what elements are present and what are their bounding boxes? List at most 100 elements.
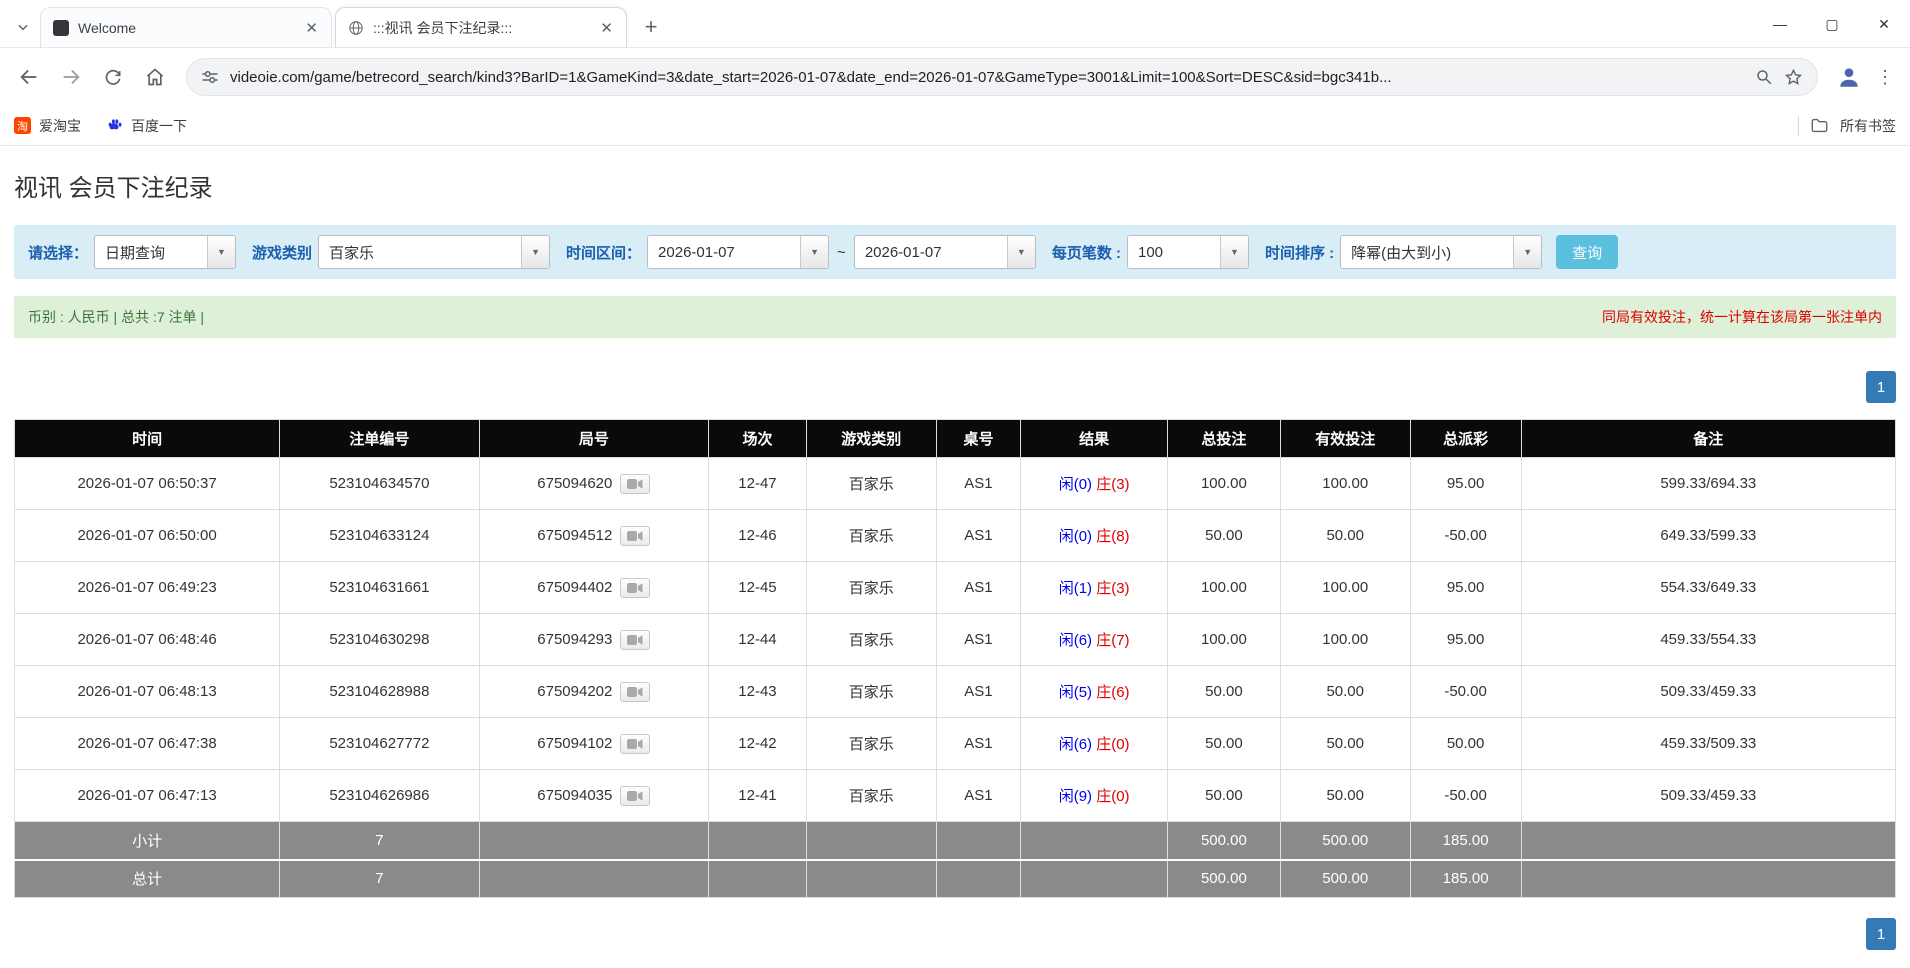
tab-welcome[interactable]: Welcome ✕ [40, 7, 332, 47]
globe-favicon-icon [348, 20, 364, 36]
payout: -50.00 [1409, 665, 1522, 718]
browser-toolbar: videoie.com/game/betrecord_search/kind3?… [0, 48, 1910, 106]
bookmarks-divider [1798, 115, 1799, 136]
game-type-select[interactable]: 百家乐 ▼ [318, 235, 551, 269]
baidu-paw-icon [107, 118, 123, 134]
game-type-label: 游戏类别 [252, 244, 313, 262]
forward-button[interactable] [52, 58, 90, 96]
chevron-down-icon[interactable]: ▼ [521, 236, 550, 268]
video-replay-button[interactable] [620, 733, 651, 754]
player-result: 闲(6) [1058, 736, 1093, 753]
banker-result: 庄(0) [1096, 736, 1130, 753]
search-button[interactable]: 查询 [1556, 235, 1619, 269]
col-session: 场次 [708, 419, 807, 458]
bet-id: 523104634570 [279, 457, 480, 510]
page-1-button[interactable]: 1 [1866, 918, 1896, 950]
currency-summary-text: 币别 : 人民币 | 总共 :7 注单 | [28, 309, 205, 325]
valid-bet: 100.00 [1279, 457, 1411, 510]
result-cell: 闲(6) 庄(0) [1020, 717, 1168, 770]
folder-icon [1811, 118, 1828, 133]
bookmark-taobao[interactable]: 淘 爱淘宝 [14, 116, 81, 136]
round-cell: 675094102 [478, 717, 710, 770]
tab-close-icon[interactable]: ✕ [300, 17, 323, 39]
player-result: 闲(6) [1058, 632, 1093, 649]
note: 509.33/459.33 [1520, 665, 1897, 718]
welcome-favicon-icon [53, 19, 69, 36]
video-replay-button[interactable] [620, 629, 651, 650]
chevron-down-icon[interactable]: ▼ [1006, 236, 1035, 268]
tab-close-icon[interactable]: ✕ [595, 17, 618, 39]
bet-table-body: 2026-01-07 06:50:37 523104634570 6750946… [13, 457, 1897, 822]
new-tab-button[interactable]: + [634, 10, 668, 44]
sort-order-select[interactable]: 降幂(由大到小) ▼ [1340, 235, 1543, 269]
window-minimize-button[interactable]: — [1754, 0, 1806, 48]
subtotal-row: 小计 7 500.00 500.00 185.00 [13, 821, 1897, 860]
chevron-down-icon[interactable]: ▼ [207, 236, 236, 268]
subtotal-valid-bet: 500.00 [1279, 821, 1411, 860]
game-type-cell: 百家乐 [805, 509, 937, 562]
window-maximize-button[interactable]: ▢ [1806, 0, 1858, 48]
game-type-cell: 百家乐 [805, 457, 937, 510]
total-bet-link[interactable]: 50.00 [1166, 509, 1281, 562]
bet-time: 2026-01-07 06:50:00 [13, 509, 281, 562]
banker-result: 庄(7) [1096, 632, 1130, 649]
select-type-label: 请选择： [28, 244, 89, 262]
subtotal-total-bet: 500.00 [1166, 821, 1281, 860]
bet-time: 2026-01-07 06:48:46 [13, 613, 281, 666]
site-info-icon[interactable] [201, 68, 219, 86]
date-start-select[interactable]: 2026-01-07 ▼ [647, 235, 830, 269]
page-size-select[interactable]: 100 ▼ [1126, 235, 1249, 269]
date-end-select[interactable]: 2026-01-07 ▼ [853, 235, 1036, 269]
video-replay-button[interactable] [620, 681, 651, 702]
video-replay-button[interactable] [620, 473, 651, 494]
tab-search-icon[interactable] [6, 7, 40, 47]
home-button[interactable] [136, 58, 174, 96]
total-bet-link[interactable]: 100.00 [1166, 457, 1281, 510]
address-bar[interactable]: videoie.com/game/betrecord_search/kind3?… [186, 58, 1818, 96]
zoom-icon[interactable] [1755, 68, 1773, 86]
round-id: 675094035 [537, 787, 613, 804]
menu-kebab-icon[interactable]: ⋮ [1876, 67, 1894, 88]
video-replay-button[interactable] [620, 577, 651, 598]
payout: -50.00 [1409, 509, 1522, 562]
tab-bet-record[interactable]: :::视讯 会员下注纪录::: ✕ [335, 7, 627, 47]
table-number: AS1 [935, 561, 1022, 614]
summary-bar: 币别 : 人民币 | 总共 :7 注单 | 同局有效投注，统一计算在该局第一张注… [14, 296, 1896, 338]
table-row: 2026-01-07 06:47:13 523104626986 6750940… [13, 769, 1897, 822]
session-number: 12-44 [708, 613, 807, 666]
video-replay-button[interactable] [620, 525, 651, 546]
total-bet-link[interactable]: 100.00 [1166, 613, 1281, 666]
video-replay-button[interactable] [620, 785, 651, 806]
profile-avatar[interactable] [1836, 64, 1862, 90]
reload-button[interactable] [94, 58, 132, 96]
total-bet-link[interactable]: 50.00 [1166, 717, 1281, 770]
page-1-button[interactable]: 1 [1866, 371, 1896, 403]
total-bet-link[interactable]: 100.00 [1166, 561, 1281, 614]
table-row: 2026-01-07 06:50:37 523104634570 6750946… [13, 457, 1897, 510]
total-total-bet: 500.00 [1166, 858, 1281, 898]
back-button[interactable] [10, 58, 48, 96]
total-bet-link[interactable]: 50.00 [1166, 769, 1281, 822]
total-bet-link[interactable]: 50.00 [1166, 665, 1281, 718]
query-type-select[interactable]: 日期查询 ▼ [94, 235, 237, 269]
tab-title: :::视讯 会员下注纪录::: [373, 19, 513, 36]
bookmark-baidu[interactable]: 百度一下 [107, 116, 187, 136]
date-range-label: 时间区间： [566, 244, 642, 262]
valid-bet: 100.00 [1279, 613, 1411, 666]
window-close-button[interactable]: ✕ [1858, 0, 1910, 48]
col-total-bet: 总投注 [1166, 419, 1281, 458]
chevron-down-icon[interactable]: ▼ [800, 236, 829, 268]
table-number: AS1 [935, 665, 1022, 718]
note: 459.33/509.33 [1520, 717, 1897, 770]
banker-result: 庄(0) [1096, 788, 1130, 805]
subtotal-count: 7 [279, 821, 480, 860]
chevron-down-icon[interactable]: ▼ [1219, 236, 1248, 268]
taobao-icon: 淘 [14, 117, 31, 134]
chevron-down-icon[interactable]: ▼ [1513, 236, 1542, 268]
bet-id: 523104628988 [279, 665, 480, 718]
bookmark-star-icon[interactable] [1784, 68, 1803, 87]
game-type-cell: 百家乐 [805, 717, 937, 770]
valid-bet-notice-text: 同局有效投注，统一计算在该局第一张注单内 [1602, 309, 1882, 325]
all-bookmarks-label[interactable]: 所有书签 [1840, 116, 1896, 136]
col-payout: 总派彩 [1409, 419, 1522, 458]
